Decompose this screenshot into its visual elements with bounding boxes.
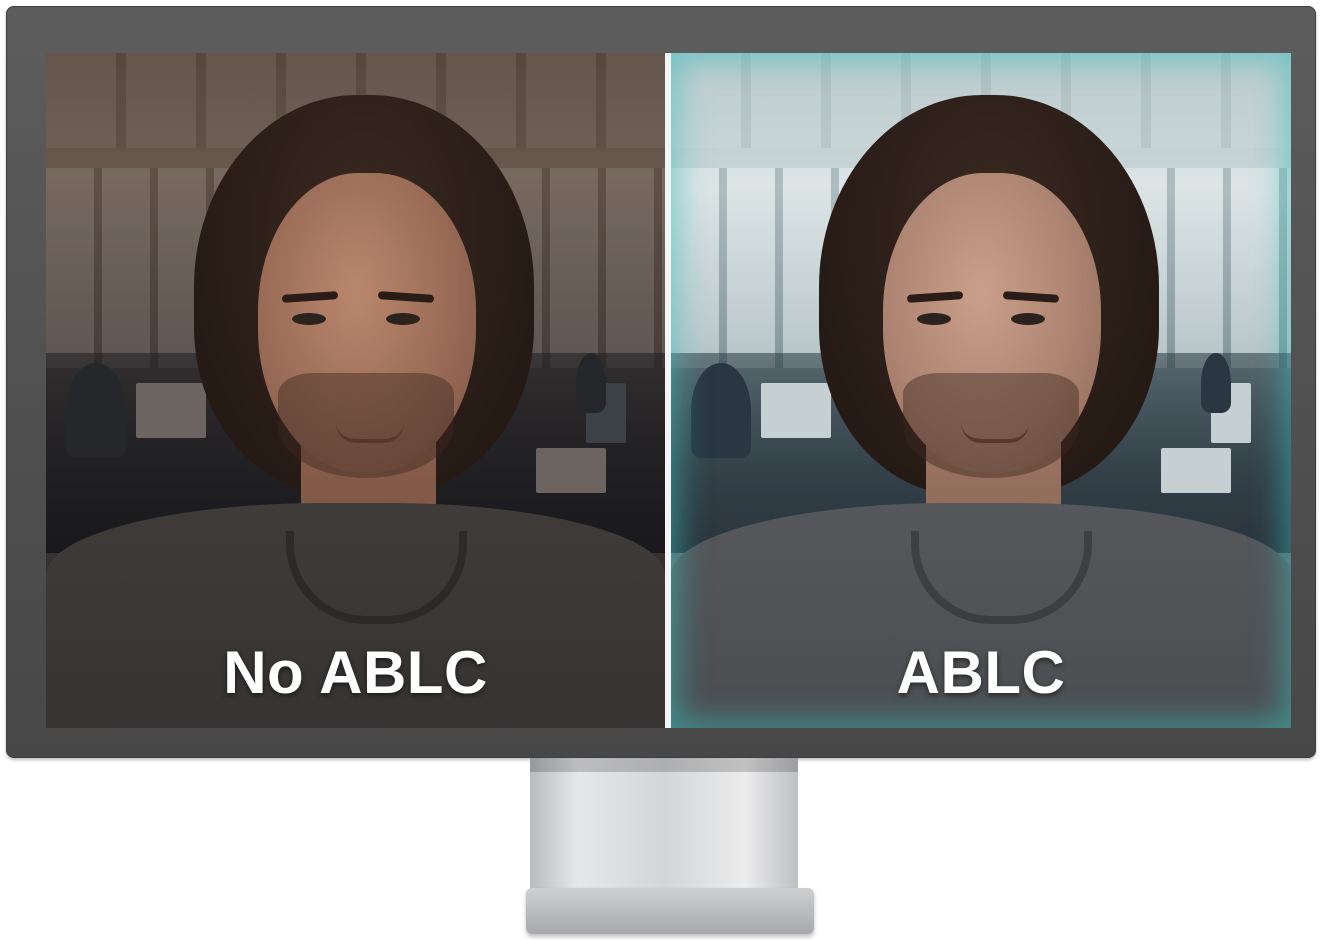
mouth: [336, 423, 404, 443]
stage: No ABLC ABLC: [0, 0, 1322, 940]
monitor-screen: No ABLC ABLC: [46, 53, 1291, 728]
monitor-stand-base: [526, 888, 814, 934]
monitor-bezel: No ABLC ABLC: [6, 6, 1316, 758]
stand-shadow: [530, 758, 798, 772]
mouth: [961, 423, 1029, 443]
eye: [292, 313, 326, 325]
portrait-subject: [671, 53, 1291, 728]
portrait-subject: [46, 53, 665, 728]
eye: [917, 313, 951, 325]
label-no-ablc: No ABLC: [223, 639, 488, 706]
panel-no-ablc: No ABLC: [46, 53, 665, 728]
eye: [1011, 313, 1045, 325]
panel-ablc: ABLC: [671, 53, 1291, 728]
label-ablc: ABLC: [896, 639, 1066, 706]
eye: [386, 313, 420, 325]
